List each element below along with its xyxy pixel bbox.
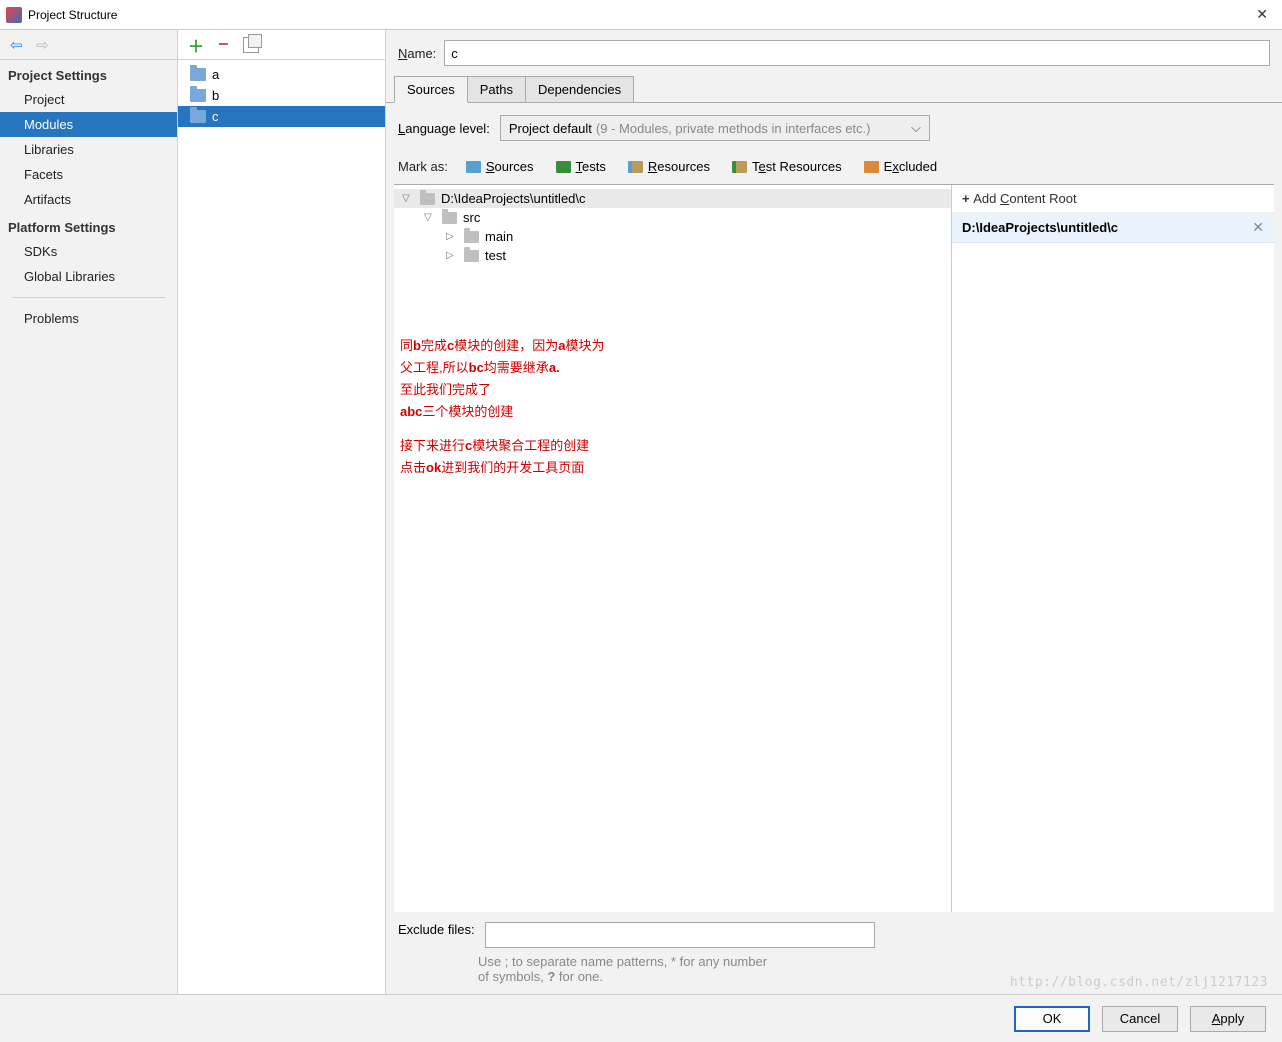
dialog-footer: OK Cancel Apply: [0, 994, 1282, 1042]
app-icon: [6, 7, 22, 23]
module-item-c[interactable]: c: [178, 106, 385, 127]
resources-swatch-icon: [628, 161, 643, 173]
content-root-entry[interactable]: D:\IdeaProjects\untitled\c ✕: [952, 213, 1274, 243]
folder-icon: [464, 231, 479, 243]
tree-row-src[interactable]: ▽ src: [394, 208, 951, 227]
tab-dependencies[interactable]: Dependencies: [525, 76, 634, 103]
mark-test-resources-button[interactable]: Test Resources: [728, 157, 846, 176]
mark-tests-button[interactable]: Tests: [552, 157, 610, 176]
language-level-value: Project default: [509, 121, 592, 136]
tab-sources[interactable]: Sources: [394, 76, 468, 103]
sidebar-item-problems[interactable]: Problems: [0, 306, 177, 331]
folder-icon: [190, 110, 206, 123]
tree-row-test[interactable]: ▷ test: [394, 246, 951, 265]
ok-button[interactable]: OK: [1014, 1006, 1090, 1032]
cancel-button[interactable]: Cancel: [1102, 1006, 1178, 1032]
exclude-files-label: Exclude files:: [398, 922, 475, 937]
sidebar-item-project[interactable]: Project: [0, 87, 177, 112]
exclude-files-hint: Use ; to separate name patterns, * for a…: [386, 952, 776, 994]
name-input[interactable]: [444, 40, 1270, 66]
sidebar: ⇦ ⇨ Project Settings Project Modules Lib…: [0, 30, 178, 994]
tab-paths[interactable]: Paths: [467, 76, 526, 103]
sidebar-item-artifacts[interactable]: Artifacts: [0, 187, 177, 212]
sidebar-section-platform-settings: Platform Settings: [0, 212, 177, 239]
copy-module-icon[interactable]: [243, 37, 259, 53]
folder-icon: [464, 250, 479, 262]
chevron-right-icon[interactable]: ▷: [446, 250, 458, 261]
chevron-down-icon[interactable]: ▽: [424, 212, 436, 223]
annotation-overlay: 同b完成c模块的创建，因为a模块为 父工程,所以bc均需要继承a. 至此我们完成…: [400, 335, 604, 480]
source-tree: ▽ D:\IdeaProjects\untitled\c ▽ src ▷ mai…: [394, 185, 952, 912]
remove-root-icon[interactable]: ✕: [1252, 219, 1264, 236]
module-item-b[interactable]: b: [178, 85, 385, 106]
modules-column: ＋ − a b c: [178, 30, 386, 994]
name-label: Name:: [398, 46, 436, 61]
language-level-hint: (9 - Modules, private methods in interfa…: [596, 121, 871, 136]
module-label: a: [212, 67, 219, 82]
tree-label: src: [463, 210, 480, 225]
chevron-down-icon[interactable]: ▽: [402, 193, 414, 204]
apply-button[interactable]: Apply: [1190, 1006, 1266, 1032]
test-resources-swatch-icon: [732, 161, 747, 173]
add-module-icon[interactable]: ＋: [188, 33, 204, 57]
close-icon[interactable]: ✕: [1248, 4, 1276, 25]
tree-label: test: [485, 248, 506, 263]
tree-label: main: [485, 229, 513, 244]
content-root-path: D:\IdeaProjects\untitled\c: [962, 220, 1118, 235]
sidebar-item-sdks[interactable]: SDKs: [0, 239, 177, 264]
language-level-label: Language level:: [398, 121, 490, 136]
sources-swatch-icon: [466, 161, 481, 173]
mark-resources-button[interactable]: Resources: [624, 157, 714, 176]
module-label: b: [212, 88, 219, 103]
mark-as-label: Mark as:: [398, 159, 448, 174]
exclude-files-input[interactable]: [485, 922, 875, 948]
tests-swatch-icon: [556, 161, 571, 173]
remove-module-icon[interactable]: −: [218, 34, 229, 55]
nav-forward-icon[interactable]: ⇨: [36, 36, 52, 54]
sidebar-item-modules[interactable]: Modules: [0, 112, 177, 137]
tree-row-main[interactable]: ▷ main: [394, 227, 951, 246]
language-level-select[interactable]: Project default (9 - Modules, private me…: [500, 115, 930, 141]
sidebar-separator: [12, 297, 165, 298]
window-title: Project Structure: [28, 8, 117, 22]
folder-icon: [190, 68, 206, 81]
titlebar: Project Structure ✕: [0, 0, 1282, 30]
tree-label: D:\IdeaProjects\untitled\c: [441, 191, 586, 206]
chevron-right-icon[interactable]: ▷: [446, 231, 458, 242]
module-label: c: [212, 109, 219, 124]
module-item-a[interactable]: a: [178, 64, 385, 85]
mark-excluded-button[interactable]: Excluded: [860, 157, 941, 176]
excluded-swatch-icon: [864, 161, 879, 173]
folder-icon: [442, 212, 457, 224]
sidebar-item-facets[interactable]: Facets: [0, 162, 177, 187]
detail-column: Name: Sources Paths Dependencies Languag…: [386, 30, 1282, 994]
content-roots-panel: Add Content Root D:\IdeaProjects\untitle…: [952, 185, 1274, 912]
nav-back-icon[interactable]: ⇦: [10, 36, 26, 54]
folder-icon: [420, 193, 435, 205]
tree-row-root[interactable]: ▽ D:\IdeaProjects\untitled\c: [394, 189, 951, 208]
add-content-root-button[interactable]: Add Content Root: [962, 191, 1077, 206]
sidebar-section-project-settings: Project Settings: [0, 60, 177, 87]
mark-sources-button[interactable]: Sources: [462, 157, 538, 176]
sidebar-item-global-libraries[interactable]: Global Libraries: [0, 264, 177, 289]
sidebar-item-libraries[interactable]: Libraries: [0, 137, 177, 162]
folder-icon: [190, 89, 206, 102]
